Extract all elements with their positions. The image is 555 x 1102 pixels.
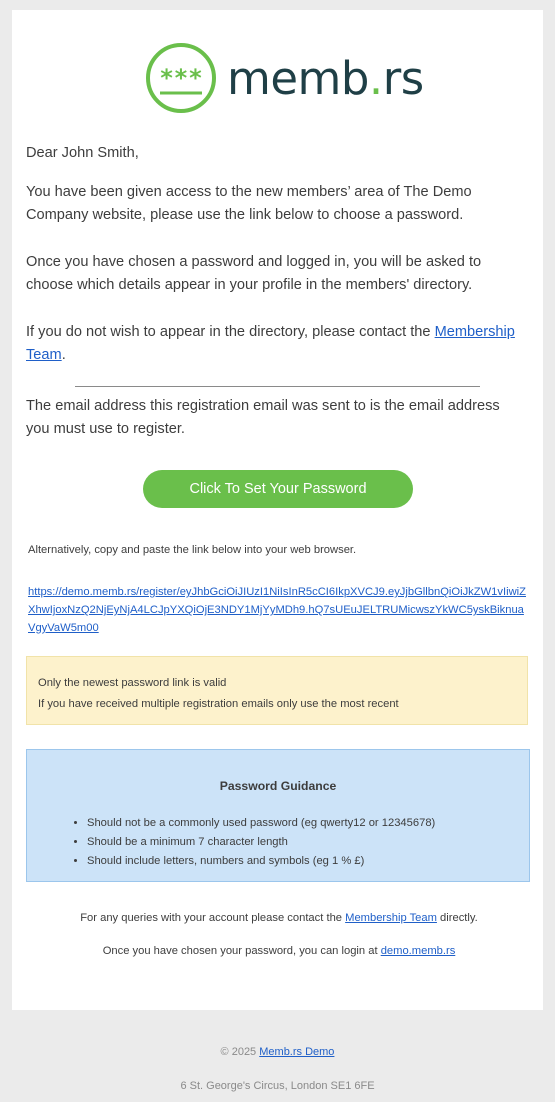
notice-line-1: Only the newest password link is valid — [38, 677, 227, 689]
logo-wordmark-suffix: rs — [382, 51, 424, 105]
copyright-text: © 2025 — [220, 1046, 260, 1058]
queries-line: For any queries with your account please… — [28, 910, 530, 927]
password-guidance-title: Password Guidance — [219, 779, 337, 793]
footer-copyright: © 2025 Memb.rs Demo — [0, 1046, 555, 1058]
login-text: Once you have chosen your password, you … — [102, 945, 381, 957]
queries-text-end: directly. — [436, 912, 478, 924]
registration-url-link[interactable]: https://demo.memb.rs/register/eyJhbGciOi… — [28, 586, 526, 634]
notice-box: Only the newest password link is valid I… — [26, 656, 528, 725]
profile-paragraph: Once you have chosen a password and logg… — [26, 254, 482, 293]
greeting: Dear John Smith, — [26, 145, 139, 161]
guidance-item: Should be a minimum 7 character length — [87, 833, 435, 852]
alternative-instructions: Alternatively, copy and paste the link b… — [28, 544, 357, 556]
login-line: Once you have chosen your password, you … — [28, 943, 530, 960]
footer-address: 6 St. George's Circus, London SE1 6FE — [180, 1080, 375, 1092]
queries-text: For any queries with your account please… — [80, 912, 346, 924]
directory-paragraph-text: If you do not wish to appear in the dire… — [26, 324, 435, 340]
email-card: *** memb.rs Dear John Smith, You have be… — [12, 10, 543, 1010]
logo-wordmark-prefix: memb — [227, 51, 369, 105]
directory-paragraph-end: . — [61, 347, 66, 363]
registration-url-block: https://demo.memb.rs/register/eyJhbGciOi… — [28, 583, 530, 637]
asterisk-badge-icon: *** — [146, 43, 216, 113]
password-guidance-list: Should not be a commonly used password (… — [27, 814, 435, 871]
login-site-link[interactable]: demo.memb.rs — [381, 945, 456, 957]
guidance-item: Should not be a commonly used password (… — [87, 814, 435, 833]
guidance-item: Should include letters, numbers and symb… — [87, 852, 435, 871]
registration-note: The email address this registration emai… — [26, 398, 500, 437]
svg-text:***: *** — [159, 64, 202, 92]
intro-paragraph: You have been given access to the new me… — [26, 184, 472, 223]
queries-membership-team-link[interactable]: Membership Team — [345, 912, 437, 924]
notice-line-2: If you have received multiple registrati… — [38, 698, 399, 710]
directory-paragraph: If you do not wish to appear in the dire… — [26, 321, 526, 367]
copyright-link[interactable]: Memb.rs Demo — [259, 1046, 334, 1058]
logo-wordmark: memb.rs — [227, 56, 424, 101]
divider — [75, 386, 480, 387]
password-guidance-box: Password Guidance Should not be a common… — [26, 749, 530, 882]
logo-wordmark-dot: . — [368, 51, 383, 105]
memb-rs-logo: *** memb.rs — [145, 42, 424, 114]
set-password-button[interactable]: Click To Set Your Password — [143, 470, 413, 508]
